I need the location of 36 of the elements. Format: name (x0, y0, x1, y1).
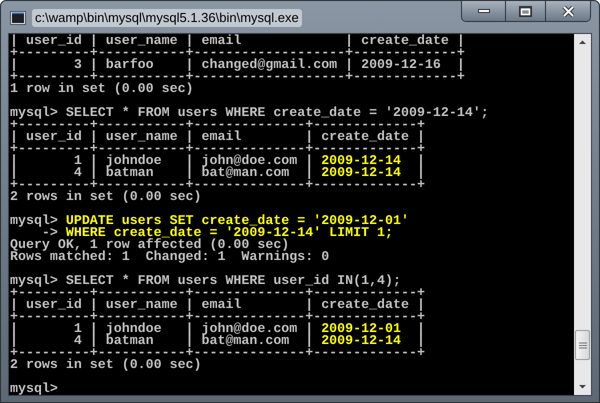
console-line: | 4 | batman | bat@man.com | 2009-12-14 | (10, 167, 426, 179)
console-line: mysql> (10, 383, 59, 395)
console-icon (10, 11, 26, 25)
console-line: +---------+-----------+--------------+-------------+ (10, 287, 426, 299)
maximize-icon (519, 6, 532, 16)
console-line: +---------+-----------+-------------------+-------------+ (10, 71, 466, 83)
console-line: +---------+-----------+--------------+-------------+ (10, 311, 426, 323)
console-line: +---------+-----------+--------------+-------------+ (10, 347, 426, 359)
window-title: c:\wamp\bin\mysql\mysql5.1.36\bin\mysql.exe (32, 9, 302, 27)
console-line: | 3 | barfoo | changed@gmail.com | 2009-12-16 | (10, 59, 466, 71)
console-line: | user_id | user_name | email | create_date | (10, 35, 466, 47)
console-line: mysql> SELECT * FROM users WHERE user_id IN(1,4); (10, 275, 402, 287)
console-line: +---------+-----------+-------------------+-------------+ (10, 47, 466, 59)
console-line: Rows matched: 1 Changed: 1 Warnings: 0 (10, 251, 330, 263)
maximize-button[interactable] (506, 1, 546, 21)
minimize-button[interactable] (462, 1, 506, 21)
console-line: | user_id | user_name | email | create_date | (10, 299, 426, 311)
minimize-icon (478, 9, 490, 13)
console-line: mysql> UPDATE users SET create_date = '2009-12-01' (10, 215, 410, 227)
console-line: | 4 | batman | bat@man.com | 2009-12-14 | (10, 335, 426, 347)
console-line: | user_id | user_name | email | create_date | (10, 131, 426, 143)
console-line: 2 rows in set (0.00 sec) (10, 191, 203, 203)
console-line: +---------+-----------+--------------+-------------+ (10, 119, 425, 131)
console-line: 2 rows in set (0.00 sec) (10, 359, 203, 371)
console-line: +---------+-----------+--------------+-------------+ (10, 143, 426, 155)
console-line: 1 row in set (0.00 sec) (10, 83, 195, 95)
console-line: +---------+-----------+--------------+-------------+ (10, 179, 426, 191)
scrollbar-thumb[interactable] (575, 330, 590, 360)
close-icon (562, 6, 574, 16)
close-button[interactable] (546, 1, 590, 21)
console-line: mysql> SELECT * FROM users WHERE create_date = '2009-12-14'; (10, 107, 490, 119)
console-line: | 1 | johndoe | john@doe.com | 2009-12-01 | (10, 323, 426, 335)
scrollbar[interactable] (574, 34, 591, 395)
console-line: Query OK, 1 row affected (0.00 sec) (10, 239, 290, 251)
console-line: | 1 | johndoe | john@doe.com | 2009-12-14 | (10, 155, 426, 167)
console-line: -> WHERE create_date = '2009-12-14' LIMIT 1; (42, 227, 394, 239)
